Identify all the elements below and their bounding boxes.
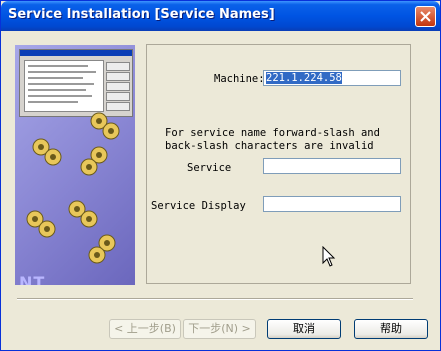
back-button[interactable]: < 上一步(B) — [109, 319, 181, 339]
help-button[interactable]: 帮助 — [354, 319, 428, 339]
next-button[interactable]: 下一步(N) > — [183, 319, 256, 339]
note-line-2: back-slash characters are invalid — [165, 140, 374, 152]
gears-icon — [88, 234, 116, 264]
service-field[interactable] — [263, 158, 401, 174]
service-display-label: Service Display — [151, 200, 246, 212]
mouse-cursor-icon — [322, 246, 336, 267]
wizard-side-image: NT Services — [15, 45, 135, 285]
machine-field[interactable]: 221.1.224.58 — [263, 70, 401, 86]
service-display-field[interactable] — [263, 196, 401, 212]
close-icon — [420, 11, 431, 22]
machine-value: 221.1.224.58 — [266, 72, 342, 84]
gears-icon — [32, 138, 62, 166]
gears-icon — [90, 112, 120, 140]
gears-icon — [68, 200, 98, 228]
art-watermark: NT Services — [19, 273, 46, 285]
gears-icon — [80, 146, 108, 176]
window-title: Service Installation [Service Names] — [8, 7, 275, 22]
gears-icon — [26, 210, 56, 238]
close-button[interactable] — [415, 6, 436, 27]
note-line-1: For service name forward-slash and — [165, 127, 380, 139]
cancel-button[interactable]: 取消 — [267, 319, 341, 339]
form-panel: Machine: 221.1.224.58 For service name f… — [146, 44, 411, 284]
dialog-window: Service Installation [Service Names] NT … — [0, 0, 441, 351]
title-bar[interactable]: Service Installation [Service Names] — [1, 1, 440, 31]
service-label: Service — [187, 162, 232, 174]
button-separator — [17, 298, 413, 300]
machine-label: Machine: — [214, 73, 265, 85]
